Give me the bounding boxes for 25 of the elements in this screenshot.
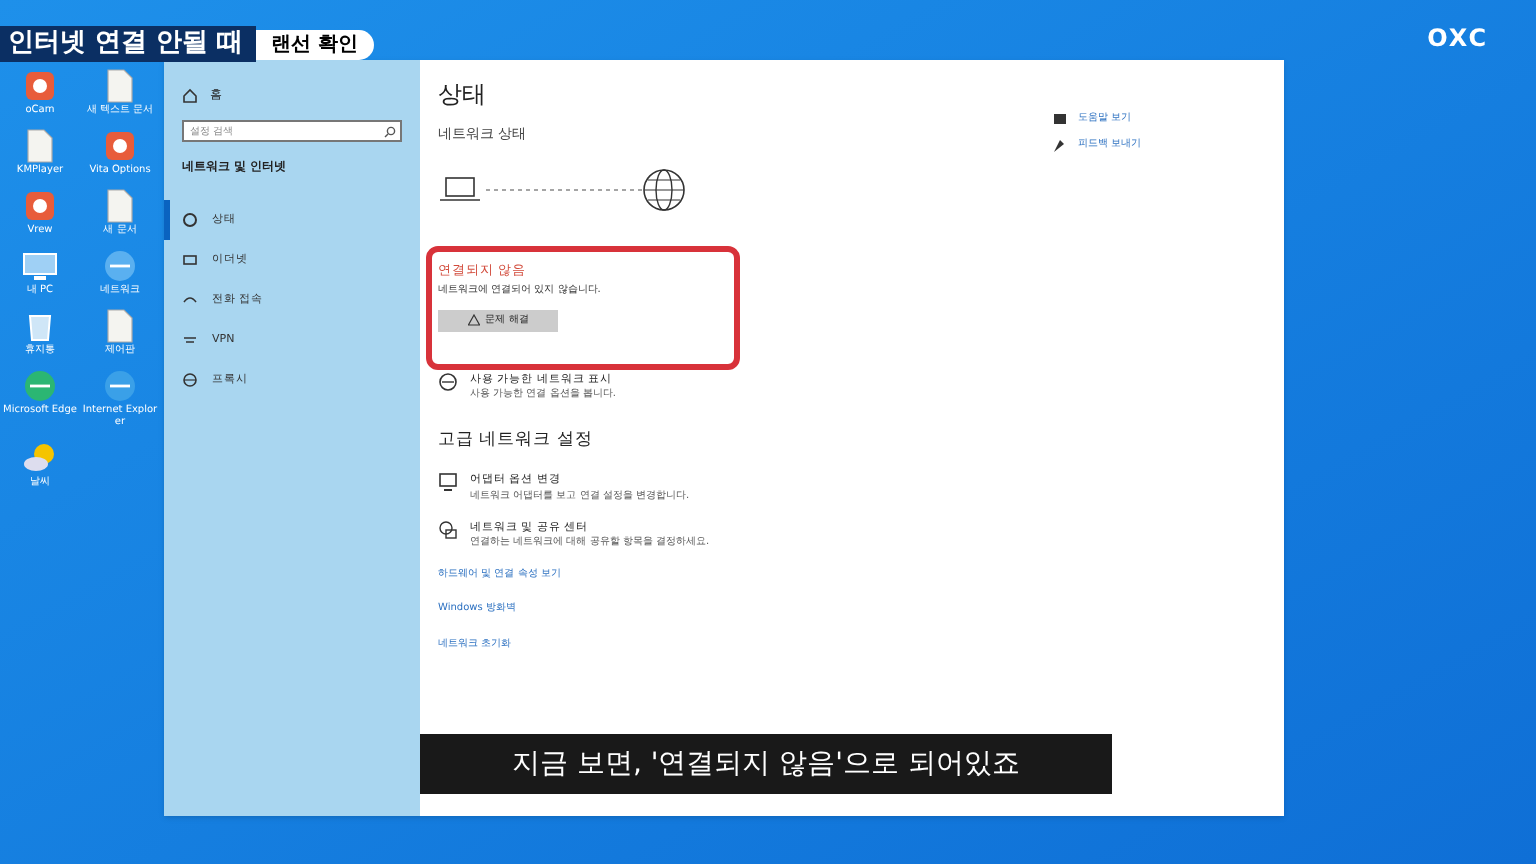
caption-tag: 랜선 확인 bbox=[255, 29, 375, 59]
sharing-center-icon bbox=[438, 520, 458, 540]
proxy-icon bbox=[182, 372, 198, 388]
home-icon[interactable] bbox=[182, 87, 198, 103]
monitor-icon[interactable] bbox=[22, 248, 58, 284]
subtitle: 지금 보면, '연결되지 않음'으로 되어있죠 bbox=[420, 734, 1112, 794]
document-icon[interactable] bbox=[22, 128, 58, 164]
vpn-icon bbox=[182, 332, 198, 348]
document-icon[interactable] bbox=[102, 308, 138, 344]
app-icon[interactable] bbox=[22, 188, 58, 224]
search-icon bbox=[384, 125, 396, 137]
ethernet-icon bbox=[182, 252, 198, 268]
sun-cloud-icon[interactable] bbox=[22, 440, 58, 476]
section-heading: 고급 네트워크 설정 bbox=[438, 427, 595, 453]
warning-icon bbox=[467, 314, 480, 327]
monitor-icon bbox=[438, 472, 458, 493]
document-icon[interactable] bbox=[102, 188, 138, 224]
channel-logo: OXC bbox=[1427, 22, 1488, 56]
app-icon[interactable] bbox=[22, 68, 58, 104]
status-icon bbox=[182, 212, 198, 228]
app-icon[interactable] bbox=[102, 128, 138, 164]
feedback-icon bbox=[1052, 138, 1068, 154]
caption-title: 인터넷 연결 안될 때 bbox=[0, 26, 256, 62]
document-icon[interactable] bbox=[102, 68, 138, 104]
page-title: 상태 bbox=[438, 78, 488, 112]
